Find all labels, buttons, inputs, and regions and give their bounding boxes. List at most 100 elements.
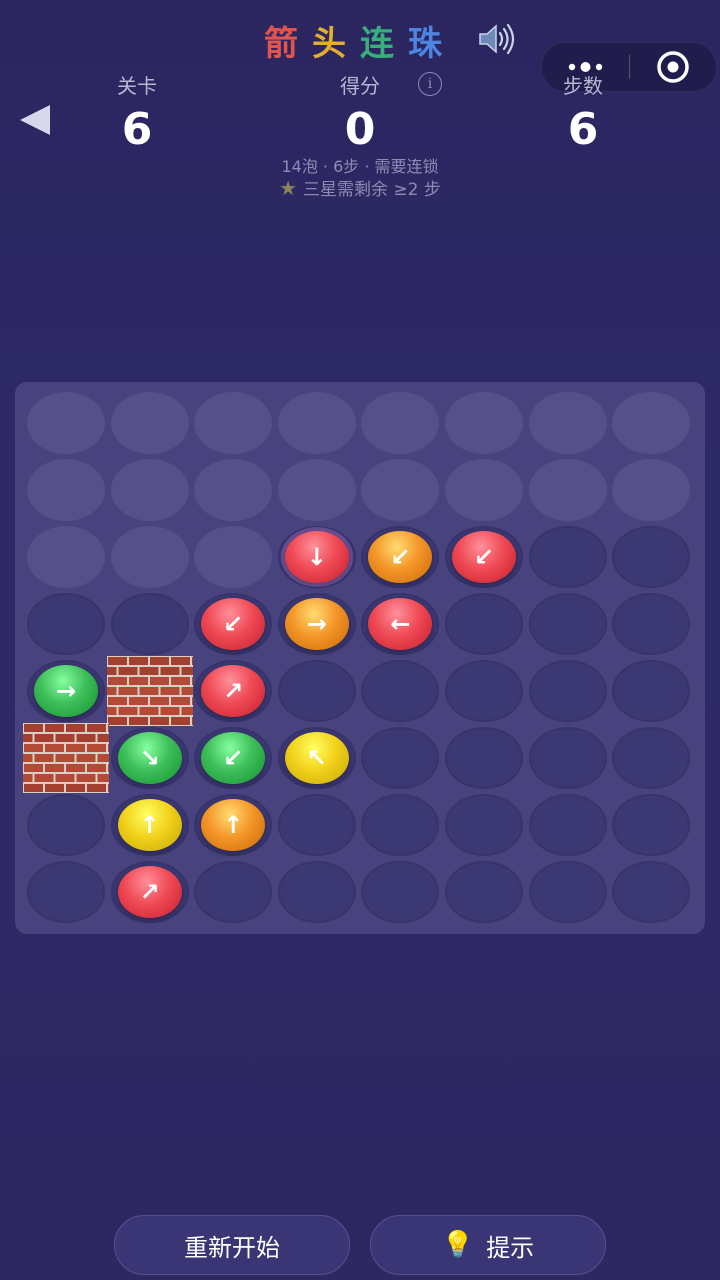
yellow-arrow-bubble[interactable]: ↖: [284, 732, 349, 784]
board-cell[interactable]: [27, 861, 105, 923]
restart-label: 重新开始: [184, 1233, 280, 1262]
board-cell[interactable]: [194, 861, 273, 923]
board-cell[interactable]: [612, 794, 691, 856]
star-icon: ★: [279, 176, 298, 200]
orange-arrow-bubble[interactable]: ↙: [368, 531, 433, 583]
red-arrow-bubble[interactable]: ↗: [201, 665, 266, 717]
board-cell[interactable]: [194, 526, 273, 588]
brick-wall-obstacle: [23, 723, 109, 793]
board-cell[interactable]: [528, 526, 607, 588]
board-cell[interactable]: [361, 861, 440, 923]
board-cell[interactable]: [445, 794, 523, 856]
board-cell[interactable]: [277, 861, 356, 923]
board-cell[interactable]: [277, 459, 356, 521]
bubble-arrow: ↖: [306, 744, 327, 772]
level-value: 6: [121, 104, 153, 155]
board-cell[interactable]: [445, 392, 523, 454]
red-arrow-bubble[interactable]: ↙: [201, 598, 266, 650]
red-arrow-bubble[interactable]: ←: [368, 598, 433, 650]
board-cell[interactable]: [361, 392, 440, 454]
bubble-arrow: ↙: [223, 610, 244, 638]
board-cell[interactable]: [194, 392, 273, 454]
back-arrow-icon[interactable]: [14, 100, 58, 144]
bubble-arrow: ↗: [139, 878, 160, 906]
board-cell[interactable]: [528, 392, 607, 454]
board-cell[interactable]: [194, 459, 273, 521]
score-label: 得分: [340, 74, 380, 98]
board-cell[interactable]: [612, 459, 691, 521]
hint-label: 提示: [486, 1233, 535, 1262]
bubble-arrow: ←: [390, 610, 411, 638]
board-cell[interactable]: [277, 794, 356, 856]
board-cell[interactable]: [445, 727, 523, 789]
board-cell[interactable]: [277, 660, 356, 722]
board-cell[interactable]: [27, 526, 105, 588]
info-icon[interactable]: i: [418, 72, 442, 96]
board-cell[interactable]: [445, 593, 523, 655]
bubble-arrow: ↙: [473, 543, 495, 571]
green-arrow-bubble[interactable]: ↘: [117, 732, 182, 784]
board-cell[interactable]: [612, 526, 691, 588]
bubble-arrow: ↑: [139, 811, 160, 839]
board-cell[interactable]: [361, 459, 440, 521]
board-cell[interactable]: [445, 861, 523, 923]
board-cell[interactable]: [612, 392, 691, 454]
green-arrow-bubble[interactable]: ↙: [201, 732, 266, 784]
board-cell[interactable]: [110, 459, 189, 521]
level-label: 关卡: [117, 74, 157, 98]
board-cell[interactable]: [612, 861, 691, 923]
bubble-arrow: ↙: [390, 543, 411, 571]
game-board: ↓ ↙ ↙ ↙ → ← → ↗ ↘ ↙ ↖ ↑ ↑ ↗: [15, 382, 705, 934]
board-cell[interactable]: [528, 459, 607, 521]
brick-wall-obstacle: [106, 656, 193, 726]
board-cell[interactable]: [27, 794, 105, 856]
bubble-arrow: →: [55, 677, 77, 705]
board-cell[interactable]: [27, 459, 105, 521]
board-cell[interactable]: [277, 392, 356, 454]
hint-button[interactable]: 💡 提示: [370, 1215, 606, 1275]
green-arrow-bubble[interactable]: →: [34, 665, 98, 717]
board-cell[interactable]: [27, 593, 105, 655]
red-arrow-bubble[interactable]: ↙: [452, 531, 516, 583]
bubble-arrow: ↓: [306, 543, 327, 571]
board-cell[interactable]: [361, 794, 440, 856]
orange-arrow-bubble[interactable]: →: [284, 598, 349, 650]
level-requirements: 14泡 · 6步 · 需要连锁: [281, 157, 439, 176]
steps-value: 6: [567, 104, 599, 155]
bubble-arrow: ↘: [139, 744, 160, 772]
steps-label: 步数: [563, 74, 603, 98]
board-cell[interactable]: [528, 794, 607, 856]
three-star-text: 三星需剩余 ≥2 步: [303, 180, 441, 200]
board-cell[interactable]: [445, 660, 523, 722]
board-cell[interactable]: [612, 660, 691, 722]
board-cell[interactable]: [110, 593, 189, 655]
board-cell[interactable]: [361, 660, 440, 722]
board-cell[interactable]: [528, 660, 607, 722]
bubble-arrow: ↗: [223, 677, 244, 705]
red-arrow-bubble[interactable]: ↓: [284, 531, 349, 583]
title-char-4: 珠: [408, 24, 456, 64]
board-cell[interactable]: [27, 392, 105, 454]
board-cell[interactable]: [612, 593, 691, 655]
three-star-requirement: ★ 三星需剩余 ≥2 步: [0, 175, 720, 200]
yellow-arrow-bubble[interactable]: ↑: [117, 799, 182, 851]
board-cell[interactable]: [528, 861, 607, 923]
board-cell[interactable]: [110, 392, 189, 454]
orange-arrow-bubble[interactable]: ↑: [201, 799, 266, 851]
board-cell[interactable]: [110, 526, 189, 588]
board-cell[interactable]: [445, 459, 523, 521]
board-cell[interactable]: [361, 727, 440, 789]
restart-button[interactable]: 重新开始: [114, 1215, 350, 1275]
score-value: 0: [344, 104, 376, 155]
title-char-2: 头: [312, 24, 360, 64]
title-char-3: 连: [360, 24, 408, 64]
lightbulb-icon: 💡: [441, 1230, 475, 1260]
board-cell[interactable]: [528, 593, 607, 655]
board-cell[interactable]: [612, 727, 691, 789]
board-cell[interactable]: [528, 727, 607, 789]
title-char-1: 箭: [264, 24, 312, 64]
bubble-arrow: ↑: [223, 811, 244, 839]
red-arrow-bubble[interactable]: ↗: [117, 866, 182, 918]
bubble-arrow: →: [306, 610, 327, 638]
speaker-icon[interactable]: [474, 18, 516, 60]
